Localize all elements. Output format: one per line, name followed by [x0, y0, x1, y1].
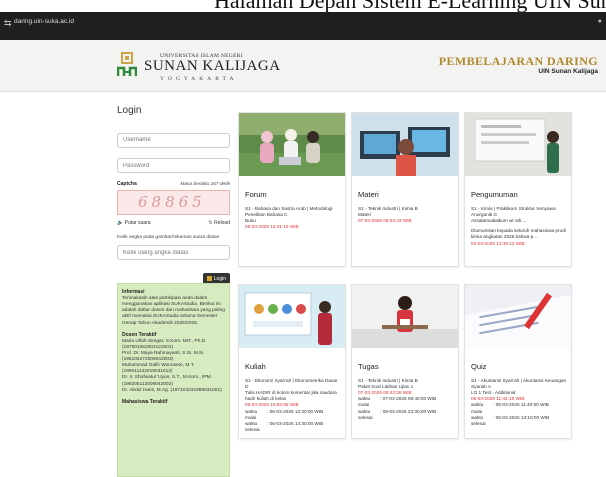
play-sound-label: Putar suara — [124, 220, 151, 226]
card-title[interactable]: Kuliah — [245, 362, 266, 371]
reload-link[interactable]: ↻ Reload — [209, 220, 230, 226]
card-body: S1 - Akuntansi Syari'ah | Akuntansi Keua… — [471, 378, 567, 427]
card-item[interactable]: Tulis HADIR di kolom komentar jika sauda… — [245, 390, 341, 402]
card-excerpt: Diumumkan kepada seluruh mahasiswa prodi… — [471, 228, 566, 240]
info-panel: Informasi Terimakasih atas partisipasi a… — [117, 283, 230, 477]
card-course: S1 - Akuntansi Syari'ah | Akuntansi Keua… — [471, 378, 567, 390]
end-label: waktu selesai — [358, 408, 373, 420]
start-value: : 06-03-2026 12:30:00 WIB — [267, 408, 324, 414]
card-pengumuman[interactable]: Pengumuman S1 - Kimia | Praktikum Strukt… — [464, 112, 572, 267]
lecturer-item: Dr. Abdul Haris, M.Ag. (1971042319990310… — [122, 387, 222, 393]
info-title: Informasi — [122, 289, 145, 295]
end-label: waktu selesai — [471, 414, 486, 426]
card-tugas[interactable]: Tugas S1 - Teknik Industri | Kimia B Pak… — [351, 284, 459, 439]
figure-caption: Halaman Depan Sistem E-Learning UIN Sun — [0, 0, 606, 12]
card-date: 07-03-2026 08:04:43 WIB — [358, 218, 412, 224]
login-panel: Login Captcha Masa berlaku 167 detik 688… — [117, 105, 230, 286]
captcha-label: Captcha — [117, 181, 137, 187]
card-date: 04-03-2026 13:39:12 WIB — [471, 240, 525, 246]
university-name[interactable]: SUNAN KALIJAGA — [144, 58, 281, 75]
tugas-photo — [352, 285, 458, 348]
login-button-label: Login — [213, 275, 226, 282]
lecturers-title: Dosen Teraktif — [122, 331, 157, 338]
start-label: waktu mulai — [358, 396, 371, 408]
end-value: : 05-03-2026 13:10:00 WIB — [493, 414, 550, 420]
username-input[interactable] — [117, 132, 230, 148]
pengumuman-photo — [465, 113, 571, 176]
start-label: waktu mulai — [471, 402, 484, 414]
card-title[interactable]: Pengumuman — [471, 190, 518, 199]
start-value: : 07-03-2026 08:40:00 WIB — [380, 396, 437, 402]
start-label: waktu mulai — [245, 408, 258, 420]
kuliah-photo — [239, 285, 345, 348]
site-header: UNIVERSITAS ISLAM NEGERI SUNAN KALIJAGA … — [0, 40, 606, 92]
info-text: Terimakasih atas partisipasi anda dalam … — [122, 296, 225, 326]
browser-bar: ⇆ daring.uin-suka.ac.id ● — [0, 12, 606, 40]
login-title: Login — [117, 105, 142, 116]
end-time: waktu selesai : 06-03-2026 14:30:00 WIB — [245, 421, 341, 433]
card-course: S1 - Ekonomi Syari'ah | Ekonometrika Das… — [245, 378, 338, 390]
start-time: waktu mulai : 06-03-2026 12:30:00 WIB — [245, 409, 341, 421]
card-title[interactable]: Tugas — [358, 362, 379, 371]
card-materi[interactable]: Materi S1 - Teknik Industri | Kimia B Ma… — [351, 112, 459, 267]
captcha-image: 68865 — [117, 190, 230, 215]
card-body: S1 - Teknik Industri | Kimia B Materi 07… — [358, 206, 454, 224]
start-time: waktu mulai : 05-03-2026 11:40:00 WIB — [471, 402, 567, 414]
password-input[interactable] — [117, 158, 230, 173]
caption-text: Halaman Depan Sistem E-Learning UIN Sun — [214, 0, 606, 12]
card-body: S1 - Teknik Industri | Kimia B Paket Soa… — [358, 378, 454, 421]
captcha-actions: 🔈 Putar suara ↻ Reload — [117, 220, 230, 226]
end-time: waktu selesai : 09-03-2026 23:30:00 WIB — [358, 409, 454, 421]
uin-logo-icon[interactable] — [117, 52, 137, 78]
captcha-help: Ketik angka pada gambar/rekaman suara di… — [117, 235, 220, 240]
lecturer-item: Maria Ulfah Siregar, S.Kom. MIT., Ph.D. … — [122, 338, 207, 350]
card-course: S1 - Kimia | Praktikum Struktur Senyawa … — [471, 206, 556, 218]
start-value: : 05-03-2026 11:40:00 WIB — [493, 402, 549, 408]
captcha-timer: Masa berlaku 167 detik — [180, 182, 230, 187]
lecturer-item: Dr. Ir. Shofwatul 'Uyun, S.T., M.Kom., I… — [122, 375, 212, 387]
captcha-input[interactable] — [117, 245, 230, 261]
card-quiz[interactable]: Quiz S1 - Akuntansi Syari'ah | Akuntansi… — [464, 284, 572, 439]
quiz-photo — [465, 285, 571, 348]
captcha-code: 68865 — [138, 193, 206, 211]
brand-subtitle: UIN Sunan Kalijaga — [538, 68, 598, 75]
card-body: S1 - Ekonomi Syari'ah | Ekonometrika Das… — [245, 378, 341, 433]
extension-icon[interactable]: ● — [598, 18, 602, 25]
card-title[interactable]: Forum — [245, 190, 267, 199]
card-date: 05-03-2026 12:41:15 WIB — [245, 224, 299, 230]
card-forum[interactable]: Forum S1 - Bahasa dan Sastra Arab | Meto… — [238, 112, 346, 267]
lecturers-section: Dosen Teraktif Maria Ulfah Siregar, S.Ko… — [122, 332, 225, 394]
site-settings-icon[interactable]: ⇆ — [4, 18, 12, 29]
materi-photo — [352, 113, 458, 176]
students-section: Mahasiswa Teraktif — [122, 399, 225, 405]
card-body: S1 - Bahasa dan Sastra Arab | Metodologi… — [245, 206, 341, 230]
forum-photo — [239, 113, 345, 176]
key-icon — [206, 276, 212, 282]
students-title: Mahasiswa Teraktif — [122, 398, 168, 405]
address-bar[interactable]: daring.uin-suka.ac.id — [14, 18, 74, 25]
lecturer-item: Muhammad Galih Wonoseto, M.T. (199011132… — [122, 363, 195, 375]
start-time: waktu mulai : 07-03-2026 08:40:00 WIB — [358, 396, 454, 408]
end-time: waktu selesai : 05-03-2026 13:10:00 WIB — [471, 415, 567, 427]
card-body: S1 - Kimia | Praktikum Struktur Senyawa … — [471, 206, 567, 247]
lecturer-item: Prof. Dr. Maya Rahmayanti, S.Si. M.Si. (… — [122, 350, 205, 362]
card-title[interactable]: Materi — [358, 190, 379, 199]
card-kuliah[interactable]: Kuliah S1 - Ekonomi Syari'ah | Ekonometr… — [238, 284, 346, 439]
brand-title: PEMBELAJARAN DARING — [438, 54, 598, 68]
card-title[interactable]: Quiz — [471, 362, 486, 371]
captcha-header: Captcha Masa berlaku 167 detik — [117, 181, 230, 187]
end-value: : 09-03-2026 23:30:00 WIB — [380, 408, 437, 414]
play-sound-link[interactable]: 🔈 Putar suara — [117, 220, 150, 226]
university-city: YOGYAKARTA — [160, 76, 238, 82]
card-course: S1 - Bahasa dan Sastra Arab | Metodologi… — [245, 206, 333, 218]
end-value: : 06-03-2026 14:30:00 WIB — [267, 420, 324, 426]
end-label: waktu selesai — [245, 420, 260, 432]
reload-label: Reload — [214, 220, 230, 226]
